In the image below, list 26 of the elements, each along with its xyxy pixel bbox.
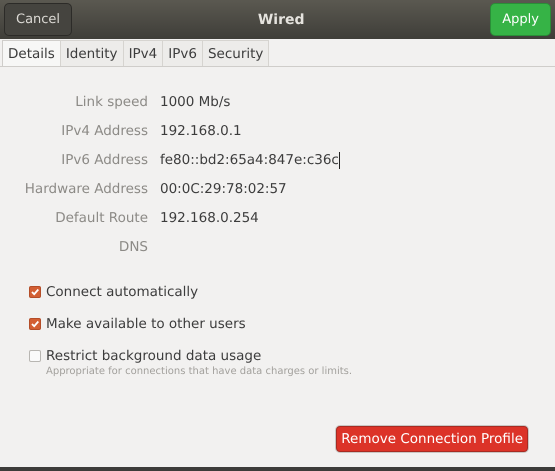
field-value: 00:0C:29:78:02:57 <box>160 180 287 199</box>
checkbox[interactable] <box>29 318 41 330</box>
field-value: fe80::bd2:65a4:847e:c36c <box>160 151 339 170</box>
field-label: Hardware Address <box>24 180 148 199</box>
checkbox[interactable] <box>29 286 41 298</box>
checkbox-label[interactable]: Make available to other users <box>46 315 246 334</box>
checkbox[interactable] <box>29 350 41 362</box>
hint-text: Appropriate for connections that have data charges or limits. <box>46 366 352 378</box>
tab[interactable]: IPv4 <box>122 40 164 66</box>
tab[interactable]: Identity <box>60 40 124 66</box>
remove-profile-button[interactable]: Remove Connection Profile <box>336 426 528 452</box>
field-label: IPv6 Address <box>60 151 148 170</box>
tab[interactable]: Details <box>2 40 61 66</box>
field-label: DNS <box>118 238 148 257</box>
field-value: 1000 Mb/s <box>160 93 230 112</box>
checkbox-label[interactable]: Connect automatically <box>46 283 198 302</box>
field-label: Default Route <box>54 209 148 228</box>
field-label: Link speed <box>74 93 148 112</box>
tab[interactable]: IPv6 <box>162 40 203 66</box>
field-value: 192.168.0.254 <box>160 209 259 228</box>
window-title: Wired <box>258 12 304 28</box>
field-label: IPv4 Address <box>60 122 148 141</box>
cancel-button[interactable]: Cancel <box>4 3 72 36</box>
field-value: 192.168.0.1 <box>160 122 242 141</box>
tab[interactable]: Security <box>202 40 270 66</box>
checkbox-label[interactable]: Restrict background data usage <box>46 347 352 366</box>
